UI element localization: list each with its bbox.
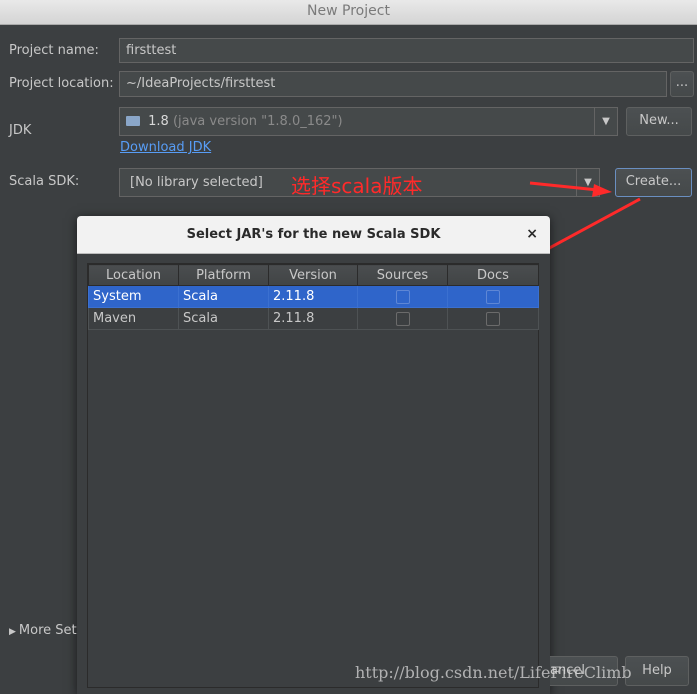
select-jars-dialog: Select JAR's for the new Scala SDK × Loc… bbox=[77, 216, 550, 694]
row-location: Maven bbox=[88, 307, 179, 330]
docs-checkbox[interactable] bbox=[486, 311, 500, 326]
jars-table: Location Platform Version Sources Docs S… bbox=[87, 263, 539, 688]
sources-cell bbox=[357, 285, 448, 308]
arrow-to-create bbox=[529, 181, 599, 192]
column-header-version[interactable]: Version bbox=[268, 264, 358, 286]
table-row[interactable]: Maven Scala 2.11.8 bbox=[88, 307, 539, 330]
row-version: 2.11.8 bbox=[268, 285, 358, 308]
more-settings-toggle[interactable]: ▶ More Set bbox=[9, 623, 77, 638]
arrowhead-create bbox=[592, 184, 612, 197]
docs-checkbox[interactable] bbox=[486, 289, 500, 304]
more-settings-label: More Set bbox=[18, 623, 77, 638]
watermark: http://blog.csdn.net/LifeFireClimb bbox=[355, 663, 632, 682]
chevron-right-icon: ▶ bbox=[9, 627, 16, 637]
sources-checkbox[interactable] bbox=[395, 311, 410, 326]
docs-cell bbox=[447, 307, 539, 330]
row-version: 2.11.8 bbox=[268, 307, 358, 330]
close-icon[interactable]: × bbox=[526, 216, 538, 253]
column-header-location[interactable]: Location bbox=[88, 264, 179, 286]
sources-cell bbox=[357, 307, 448, 330]
column-header-platform[interactable]: Platform bbox=[178, 264, 269, 286]
row-location: System bbox=[88, 285, 179, 308]
table-row[interactable]: System Scala 2.11.8 bbox=[88, 285, 539, 308]
row-platform: Scala bbox=[178, 285, 269, 308]
docs-cell bbox=[447, 285, 539, 308]
column-header-docs[interactable]: Docs bbox=[447, 264, 539, 286]
dialog-title: Select JAR's for the new Scala SDK bbox=[77, 216, 550, 254]
row-platform: Scala bbox=[178, 307, 269, 330]
sources-checkbox[interactable] bbox=[395, 289, 410, 304]
help-button[interactable]: Help bbox=[625, 656, 689, 686]
column-header-sources[interactable]: Sources bbox=[357, 264, 448, 286]
